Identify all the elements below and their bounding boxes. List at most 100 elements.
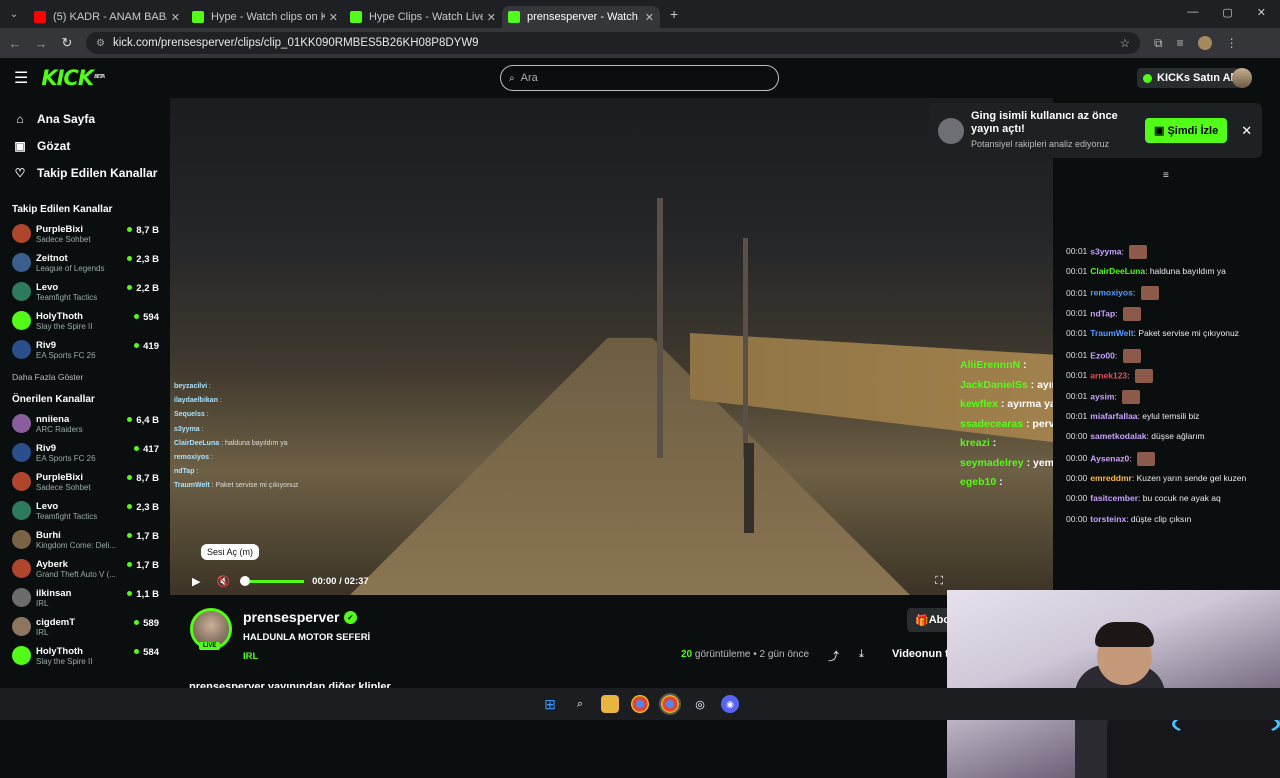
- tab-search-icon[interactable]: ⌄: [0, 9, 28, 20]
- user-avatar[interactable]: [1232, 68, 1252, 88]
- site-info-icon[interactable]: ⚙: [96, 38, 105, 49]
- viewer-count: 594: [134, 312, 159, 323]
- close-window-icon[interactable]: ✕: [1257, 6, 1266, 19]
- extensions-icon[interactable]: ⧉: [1154, 36, 1163, 51]
- overlay-chat-line-large: seymadelrey : yemin ederim: [960, 454, 1053, 474]
- chat-username[interactable]: Ezo00: [1090, 350, 1115, 360]
- file-explorer-icon[interactable]: [601, 695, 619, 713]
- chat-username[interactable]: Aysenaz0: [1090, 453, 1129, 463]
- maximize-icon[interactable]: ▢: [1222, 6, 1232, 19]
- media-control-icon[interactable]: ≡: [1177, 36, 1184, 51]
- channel-item[interactable]: nniiena ARC Raiders 6,4 B: [0, 409, 170, 438]
- browser-menu-icon[interactable]: ⋮: [1226, 36, 1238, 51]
- sidebar-nav-item[interactable]: ▣ Gözat: [0, 132, 170, 159]
- chat-username[interactable]: fasitcember: [1090, 493, 1138, 503]
- close-tab-icon[interactable]: ✕: [171, 11, 180, 24]
- channel-item[interactable]: PurpleBixi Sadece Sohbet 8,7 B: [0, 219, 170, 248]
- obs-icon[interactable]: ◎: [691, 695, 709, 713]
- chat-timestamp: 00:01: [1066, 327, 1088, 338]
- channel-avatar: [12, 530, 31, 549]
- close-tab-icon[interactable]: ✕: [645, 11, 654, 24]
- chat-username[interactable]: arnek123: [1090, 370, 1127, 380]
- channel-item[interactable]: HolyThoth Slay the Spire II 584: [0, 641, 170, 670]
- close-tab-icon[interactable]: ✕: [329, 11, 338, 24]
- chat-username[interactable]: ndTap: [1090, 308, 1115, 318]
- channel-game: League of Legends: [36, 263, 105, 273]
- video-player[interactable]: beyzacilvi : ilaydaelbikan : Sequelss : …: [170, 98, 1053, 595]
- chat-username[interactable]: emreddmr: [1090, 473, 1132, 483]
- channel-item[interactable]: ilkinsan IRL 1,1 B: [0, 583, 170, 612]
- chat-username[interactable]: remoxiyos: [1090, 288, 1133, 298]
- show-more-link[interactable]: Daha Fazla Göster: [0, 372, 170, 382]
- chat-username[interactable]: aysim: [1090, 391, 1114, 401]
- share-icon[interactable]: ⤴: [828, 648, 839, 664]
- browser-tab[interactable]: Hype - Watch clips on Kick ✕: [186, 6, 344, 28]
- watch-now-button[interactable]: ▣ Şimdi İzle: [1145, 118, 1228, 143]
- channel-item[interactable]: Levo Teamfight Tactics 2,3 B: [0, 496, 170, 525]
- tab-title: prensesperver - Watch clips on: [527, 11, 641, 23]
- channel-item[interactable]: Zeitnot League of Legends 2,3 B: [0, 248, 170, 277]
- fullscreen-icon[interactable]: ⛶: [935, 575, 943, 588]
- notification-title: Ging isimli kullanıcı az önce yayın açtı…: [971, 110, 1118, 135]
- chrome-active-icon[interactable]: [659, 693, 681, 715]
- channel-item[interactable]: Burhi Kingdom Come: Deli... 1,7 B: [0, 525, 170, 554]
- minimize-icon[interactable]: —: [1187, 6, 1198, 19]
- channel-name[interactable]: prensesperver: [243, 609, 340, 625]
- kick-icon: [508, 11, 520, 23]
- browser-tab[interactable]: Hype Clips - Watch Live on Kick ✕: [344, 6, 502, 28]
- kick-icon: [192, 11, 204, 23]
- category-link[interactable]: IRL: [243, 651, 258, 662]
- chat-username[interactable]: torsteinx: [1090, 514, 1126, 524]
- chat-username[interactable]: miafarfallaa: [1090, 411, 1137, 421]
- channel-item[interactable]: cigdemT IRL 589: [0, 612, 170, 641]
- search-input[interactable]: ⌕ Ara: [500, 65, 779, 91]
- heart-icon: ♡: [14, 165, 26, 180]
- sidebar-nav-label: Gözat: [37, 138, 71, 153]
- browser-tab[interactable]: (5) KADR - ANAM BABAM (Offic ✕: [28, 6, 186, 28]
- windows-start-icon[interactable]: ⊞: [541, 695, 559, 713]
- sidebar-nav-item[interactable]: ♡ Takip Edilen Kanallar: [0, 159, 170, 186]
- channel-name: PurpleBixi: [36, 223, 83, 235]
- reload-icon[interactable]: ↻: [54, 35, 80, 51]
- window-controls: — ▢ ✕: [1187, 6, 1266, 19]
- channel-name: Zeitnot: [36, 252, 68, 264]
- emote-icon: [1129, 245, 1148, 259]
- taskbar-search-icon[interactable]: ⌕: [571, 695, 589, 713]
- chat-filter-icon[interactable]: ≡: [1163, 170, 1169, 181]
- close-tab-icon[interactable]: ✕: [487, 11, 496, 24]
- chat-message: 00:01 TraumWelt: Paket servise mi çıkıyon…: [1066, 327, 1239, 338]
- channel-item[interactable]: HolyThoth Slay the Spire II 594: [0, 306, 170, 335]
- viewer-count: 589: [134, 618, 159, 629]
- chrome-icon[interactable]: [631, 695, 649, 713]
- chat-message: 00:01 aysim:: [1066, 389, 1141, 404]
- channel-item[interactable]: Riv9 EA Sports FC 26 419: [0, 335, 170, 364]
- forward-icon[interactable]: →: [28, 36, 54, 51]
- back-icon[interactable]: ←: [2, 36, 28, 51]
- new-tab-icon[interactable]: +: [670, 6, 678, 22]
- url-field[interactable]: ⚙ kick.com/prensesperver/clips/clip_01KK…: [86, 32, 1140, 54]
- channel-item[interactable]: Levo Teamfight Tactics 2,2 B: [0, 277, 170, 306]
- full-video-button[interactable]: Videonun t: [892, 648, 949, 660]
- sidebar-nav-item[interactable]: ⌂ Ana Sayfa: [0, 105, 170, 132]
- chat-username[interactable]: s3yyma: [1090, 246, 1121, 256]
- kick-logo[interactable]: KICKBETA: [41, 66, 105, 90]
- chat-username[interactable]: ClairDeeLuna: [1090, 266, 1145, 276]
- bookmark-star-icon[interactable]: ☆: [1120, 36, 1130, 50]
- volume-slider[interactable]: [240, 576, 305, 586]
- overlay-chat-user: JackDanielSs: [960, 378, 1028, 391]
- channel-item[interactable]: PurpleBixi Sadece Sohbet 8,7 B: [0, 467, 170, 496]
- buy-kicks-button[interactable]: KICKs Satın Al: [1137, 68, 1240, 88]
- chat-username[interactable]: TraumWelt: [1090, 328, 1133, 338]
- browser-tab[interactable]: prensesperver - Watch clips on ✕: [502, 6, 660, 28]
- play-icon[interactable]: ▶: [192, 575, 200, 588]
- muted-speaker-icon[interactable]: 🔇: [216, 575, 230, 588]
- chat-username[interactable]: sametkodalak: [1090, 431, 1146, 441]
- hamburger-menu-icon[interactable]: ☰: [14, 68, 28, 88]
- video-scene-pole: [657, 198, 663, 458]
- profile-avatar-icon[interactable]: [1197, 35, 1212, 50]
- close-notification-icon[interactable]: ✕: [1241, 123, 1252, 139]
- download-icon[interactable]: ⤓: [859, 648, 864, 661]
- channel-item[interactable]: Riv9 EA Sports FC 26 417: [0, 438, 170, 467]
- discord-icon[interactable]: ◉: [721, 695, 739, 713]
- channel-item[interactable]: Ayberk Grand Theft Auto V (... 1,7 B: [0, 554, 170, 583]
